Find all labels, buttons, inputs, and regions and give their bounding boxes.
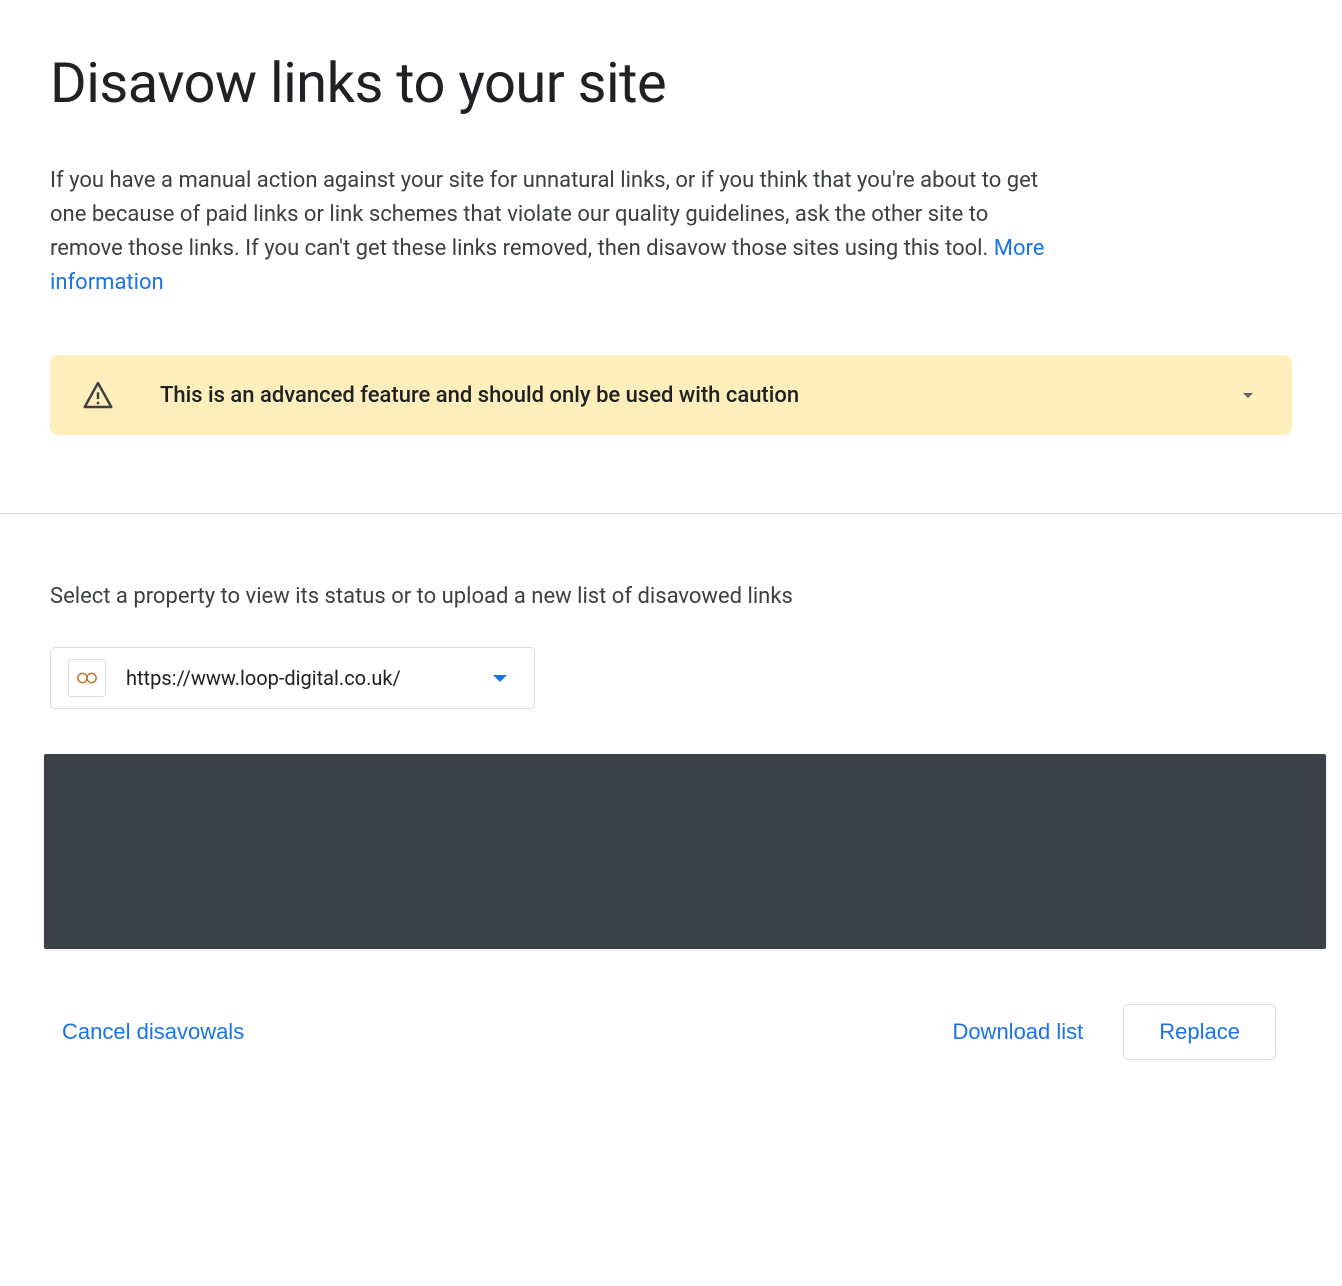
- dropdown-caret-icon: [493, 675, 507, 682]
- chevron-down-icon: [1236, 383, 1260, 407]
- property-url: https://www.loop-digital.co.uk/: [126, 666, 438, 690]
- replace-button[interactable]: Replace: [1123, 1004, 1276, 1060]
- warning-banner[interactable]: This is an advanced feature and should o…: [50, 355, 1292, 435]
- page-title: Disavow links to your site: [50, 50, 1292, 116]
- site-favicon: [68, 659, 106, 697]
- description-text: If you have a manual action against your…: [50, 168, 1038, 261]
- warning-text: This is an advanced feature and should o…: [160, 383, 1190, 408]
- disavow-status-panel: [44, 754, 1326, 949]
- action-bar: Cancel disavowals Download list Replace: [50, 949, 1292, 1120]
- property-select[interactable]: https://www.loop-digital.co.uk/: [50, 647, 535, 709]
- download-list-button[interactable]: Download list: [952, 1019, 1083, 1045]
- page-description: If you have a manual action against your…: [50, 164, 1050, 300]
- property-section-label: Select a property to view its status or …: [50, 584, 1292, 609]
- cancel-disavowals-button[interactable]: Cancel disavowals: [62, 1019, 244, 1045]
- warning-icon: [82, 379, 114, 411]
